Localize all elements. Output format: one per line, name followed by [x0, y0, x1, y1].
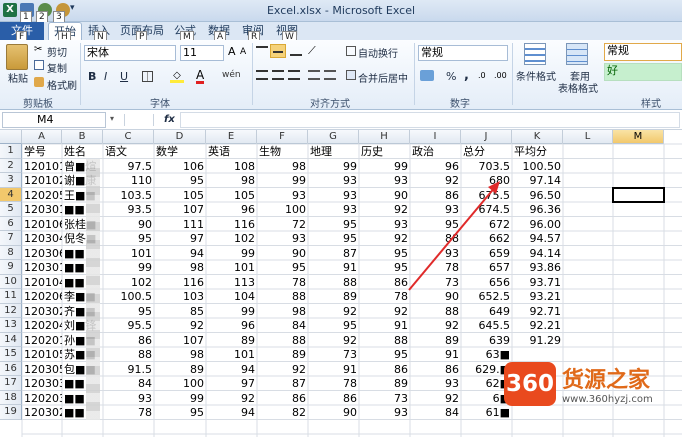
- watermark-name: 货源之家: [562, 368, 651, 393]
- watermark-url: www.360hyzj.com: [562, 394, 653, 405]
- watermark: 360 货源之家 www.360hyzj.com: [504, 360, 682, 409]
- watermark-logo: 360: [504, 362, 556, 406]
